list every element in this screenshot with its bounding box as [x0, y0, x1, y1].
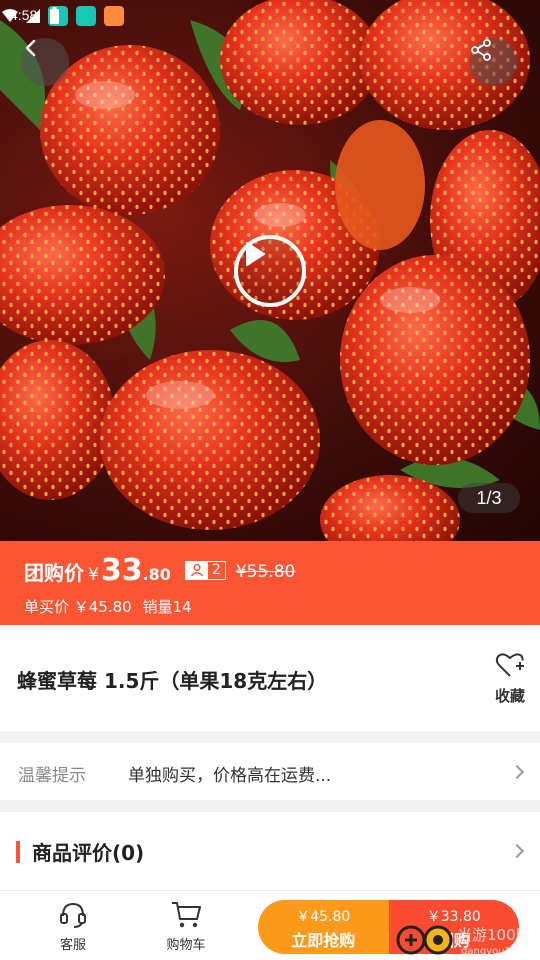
customer-service-label: 客服	[59, 938, 86, 953]
group-price-row: 团购价 ¥ 33 .80 2 ¥55.80	[24, 553, 295, 588]
tip-label: 温馨提示	[18, 766, 86, 786]
cart-button[interactable]: 购物车	[151, 899, 221, 953]
watermark-logo: 当游100网 dangyou100.com	[396, 925, 540, 957]
svg-text:dangyou100.com: dangyou100.com	[461, 946, 540, 957]
cart-icon	[172, 902, 201, 928]
single-price: 单买价 ￥45.80	[24, 598, 132, 616]
status-bar: 4:58	[0, 0, 540, 32]
group-price-integer: 33	[100, 553, 143, 588]
share-button[interactable]	[469, 38, 517, 86]
system-status-icons	[2, 7, 59, 24]
notification-app-icon	[104, 6, 124, 26]
headset-icon	[60, 902, 86, 928]
heart-plus-icon	[495, 653, 524, 677]
currency-symbol: ¥	[88, 565, 99, 585]
tip-text: 单独购买，价格高在运费...	[128, 766, 332, 786]
section-accent-bar	[16, 841, 20, 863]
price-bar: 团购价 ¥ 33 .80 2 ¥55.80 单买价 ￥45.80 销量14	[0, 541, 540, 625]
chevron-right-icon	[509, 843, 525, 859]
cart-label: 购物车	[166, 938, 206, 953]
share-icon	[471, 39, 491, 61]
product-title: 蜂蜜草莓 1.5斤（单果18克左右）	[17, 669, 328, 693]
person-icon	[185, 561, 208, 579]
product-image-gallery[interactable]: 4:58 1/3	[0, 0, 540, 541]
group-price-decimal: .80	[142, 565, 171, 584]
notification-app-icon	[76, 6, 96, 26]
back-button[interactable]	[21, 38, 69, 86]
buy-now-button[interactable]: ￥45.80 立即抢购	[258, 900, 389, 954]
gallery-page-indicator: 1/3	[458, 483, 520, 513]
single-price-row: 单买价 ￥45.80 销量14	[24, 596, 192, 617]
play-icon	[246, 242, 265, 266]
group-price-label: 团购价	[24, 561, 84, 585]
svg-text:当游100网: 当游100网	[457, 926, 531, 944]
shipping-tip-row[interactable]: 温馨提示 单独购买，价格高在运费...	[0, 743, 540, 800]
favorite-label: 收藏	[494, 687, 525, 705]
group-size-count: 2	[211, 562, 221, 578]
buy-now-label: 立即抢购	[291, 931, 356, 950]
play-video-button[interactable]	[234, 235, 306, 307]
sales-count: 销量14	[142, 598, 192, 616]
group-size-badge: 2	[184, 560, 226, 580]
buy-now-price: ￥45.80	[296, 909, 351, 925]
product-title-card: 蜂蜜草莓 1.5斤（单果18克左右） 收藏	[0, 625, 540, 731]
chevron-right-icon	[509, 764, 525, 780]
reviews-title: 商品评价(0)	[32, 841, 145, 865]
original-price: ¥55.80	[235, 562, 296, 582]
reviews-row[interactable]: 商品评价(0)	[0, 812, 540, 890]
product-detail-page: 4:58 1/3 团购价 ¥ 33 .80 2 ¥55.80 单买价 ￥45.8…	[0, 0, 540, 960]
favorite-button[interactable]: 收藏	[490, 651, 530, 706]
chevron-left-icon	[25, 39, 36, 57]
customer-service-button[interactable]: 客服	[38, 899, 108, 953]
